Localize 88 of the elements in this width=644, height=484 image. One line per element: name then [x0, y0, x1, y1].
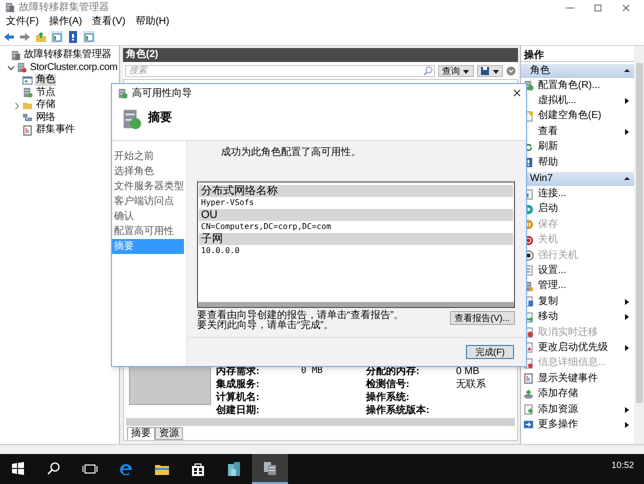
menu-item[interactable]: 操作(A): [48, 17, 82, 27]
action-item[interactable]: 虚拟机...: [521, 93, 634, 109]
report-heading: 分布式网络名称: [199, 185, 513, 197]
panel-header: 角色(2): [123, 48, 518, 62]
panel-icon[interactable]: [83, 31, 95, 43]
vertical-scrollbar[interactable]: [636, 63, 642, 403]
action-item[interactable]: 添加存储: [521, 386, 634, 402]
field-value: 0 MB: [456, 365, 480, 378]
section-header[interactable]: 角色: [521, 64, 634, 78]
action-item[interactable]: 更多操作: [521, 417, 634, 433]
menu-item[interactable]: 文件(F): [6, 17, 39, 27]
tree-item[interactable]: 节点: [35, 86, 56, 99]
server-icon: [16, 62, 27, 74]
action-item[interactable]: 显示关键事件: [521, 371, 634, 386]
report-heading: 子网: [199, 233, 513, 245]
field-label: 创建日期:: [216, 404, 260, 417]
dialog-heading: 摘要: [148, 110, 172, 124]
chevron-down-icon[interactable]: [506, 66, 516, 76]
tree-item[interactable]: 故障转移群集管理器: [23, 49, 112, 62]
servers-sync-icon: [117, 88, 128, 98]
report-value: 10.0.0.0: [200, 245, 241, 257]
edge-icon: [118, 461, 134, 477]
save-query-button[interactable]: [477, 64, 503, 76]
forward-icon[interactable]: [19, 31, 31, 43]
server-icon: [22, 87, 33, 98]
action-item[interactable]: 添加资源: [521, 402, 634, 418]
field-label: 集成服务:: [216, 378, 260, 391]
dialog-title: 高可用性向导: [132, 86, 193, 100]
report-value: Hyper-VSofs: [200, 197, 255, 209]
menu-item[interactable]: 帮助(H): [135, 17, 170, 27]
disk-icon: [523, 388, 534, 400]
network-icon: [22, 112, 33, 124]
field-label: 操作系统:: [366, 391, 410, 404]
search-icon: [46, 461, 62, 477]
tab[interactable]: 摘要: [127, 427, 155, 440]
window-title: 故障转移群集管理器: [19, 0, 109, 15]
servers-icon: [262, 460, 278, 476]
arrow-icon: [523, 419, 534, 430]
result-message: 成功为此角色配置了高可用性。: [220, 147, 361, 159]
collapse-icon[interactable]: [623, 67, 631, 75]
servers-icon: [4, 2, 15, 13]
start-icon: [10, 461, 26, 477]
wizard-step[interactable]: 客户端访问点: [112, 194, 184, 209]
log-icon: [523, 373, 534, 384]
collapse-icon[interactable]: [6, 63, 14, 72]
wizard-step[interactable]: 配置高可用性: [112, 224, 184, 239]
section-title: 角色: [530, 64, 550, 78]
view-report-button[interactable]: 查看报告(V)...: [450, 311, 515, 325]
tree-item[interactable]: 群集事件: [35, 124, 76, 136]
bag-icon: [190, 461, 206, 477]
instruction-text: 要关闭此向导，请单击“完成”。: [197, 321, 334, 331]
menu-item[interactable]: 查看(V): [92, 17, 126, 27]
servers-icon: [226, 461, 242, 477]
wizard-step[interactable]: 开始之前: [112, 149, 184, 164]
search-field[interactable]: 搜索: [125, 64, 435, 76]
field-label: 计算机名:: [216, 391, 260, 404]
wizard-step[interactable]: 文件服务器类型: [112, 179, 184, 194]
wizard-step[interactable]: 确认: [112, 209, 184, 224]
back-icon[interactable]: [3, 31, 15, 43]
clock: 10:52: [611, 460, 635, 470]
window-icon: [22, 74, 33, 86]
tree-item[interactable]: 网络: [35, 112, 56, 124]
field-label: 操作系统版本:: [366, 404, 430, 417]
field-value: 无联系: [456, 378, 487, 391]
field-label: 检测信号:: [366, 378, 410, 391]
query-button[interactable]: 查询: [438, 64, 474, 76]
report-value: CN=Computers,DC=corp,DC=com: [200, 221, 332, 233]
finish-button[interactable]: 完成(F): [466, 345, 514, 359]
tab[interactable]: 资源: [155, 427, 183, 440]
floppy-icon: [480, 66, 490, 76]
report-heading: OU: [199, 209, 513, 221]
tree-item[interactable]: StorCluster.corp.com: [29, 62, 118, 74]
log-icon: [22, 124, 33, 136]
servers-icon: [10, 50, 21, 61]
help-icon[interactable]: [67, 31, 79, 43]
action-item[interactable]: 刷新: [521, 140, 634, 155]
folder-up-icon[interactable]: [35, 31, 47, 43]
panel-icon[interactable]: [51, 31, 63, 43]
close-icon[interactable]: [512, 88, 522, 98]
tree-item[interactable]: 存储: [35, 99, 56, 112]
document-icon: [523, 404, 534, 415]
action-item[interactable]: 查看: [521, 124, 634, 140]
search-icon: [423, 66, 433, 76]
wizard-step[interactable]: 选择角色: [112, 164, 184, 179]
tree-item[interactable]: 角色: [35, 74, 56, 86]
section-title: Win7: [530, 172, 553, 186]
horizontal-scrollbar[interactable]: [126, 418, 515, 426]
instruction-text: 要查看由向导创建的报告，请单击“查看报告”。: [197, 311, 404, 321]
